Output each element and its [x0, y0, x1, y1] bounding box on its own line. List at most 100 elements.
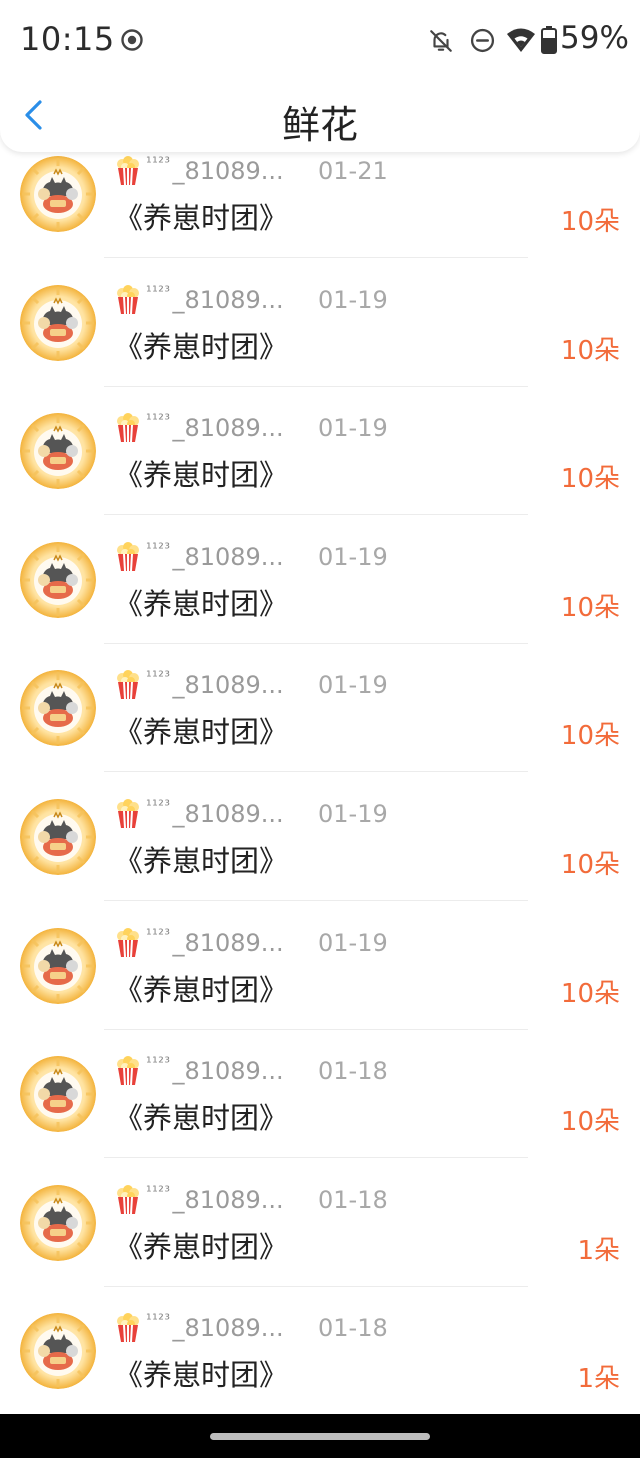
popcorn-icon — [117, 1313, 139, 1343]
flower-count: 10朵 — [560, 207, 620, 237]
list-item[interactable]: ¹¹²³ _81089... 01-19 《养崽时团》 10朵 — [0, 274, 640, 402]
avatar[interactable] — [20, 799, 96, 875]
avatar[interactable] — [20, 1185, 96, 1261]
status-time: 10:15 — [20, 20, 115, 58]
popcorn-icon — [117, 285, 139, 315]
user-name[interactable]: _81089... — [172, 414, 283, 442]
list-item[interactable]: ¹¹²³ _81089... 01-18 《养崽时团》 10朵 — [0, 1045, 640, 1173]
book-title: 《养崽时团》 — [114, 844, 289, 878]
row-divider — [104, 514, 528, 515]
user-line: ¹¹²³ _81089... — [114, 927, 284, 959]
avatar[interactable] — [20, 413, 96, 489]
book-title: 《养崽时团》 — [114, 1358, 289, 1392]
do-not-disturb-icon — [470, 28, 495, 53]
popcorn-icon — [117, 799, 139, 829]
book-title: 《养崽时团》 — [114, 1230, 289, 1264]
nav-bar: 鲜花 — [0, 82, 640, 152]
gift-date: 01-19 — [318, 800, 388, 828]
row-divider — [104, 1157, 528, 1158]
user-name[interactable]: _81089... — [172, 671, 283, 699]
row-divider — [104, 386, 528, 387]
flower-count: 10朵 — [560, 1107, 620, 1137]
bell-off-icon — [430, 30, 452, 52]
gift-date: 01-19 — [318, 414, 388, 442]
user-superscript: ¹¹²³ — [146, 284, 171, 300]
battery-icon — [541, 26, 557, 54]
user-line: ¹¹²³ _81089... — [114, 541, 284, 573]
home-indicator[interactable] — [210, 1433, 430, 1440]
user-line: ¹¹²³ _81089... — [114, 284, 284, 316]
user-line: ¹¹²³ _81089... — [114, 798, 284, 830]
gift-date: 01-19 — [318, 543, 388, 571]
book-title: 《养崽时团》 — [114, 1101, 289, 1135]
avatar[interactable] — [20, 285, 96, 361]
user-line: ¹¹²³ _81089... — [114, 155, 284, 187]
user-superscript: ¹¹²³ — [146, 927, 171, 943]
flower-count: 10朵 — [560, 336, 620, 366]
popcorn-icon — [117, 1185, 139, 1215]
user-superscript: ¹¹²³ — [146, 1312, 171, 1328]
user-line: ¹¹²³ _81089... — [114, 669, 284, 701]
user-name[interactable]: _81089... — [172, 1186, 283, 1214]
gift-date: 01-18 — [318, 1314, 388, 1342]
user-name[interactable]: _81089... — [172, 286, 283, 314]
user-superscript: ¹¹²³ — [146, 669, 171, 685]
flower-count: 10朵 — [560, 593, 620, 623]
gift-date: 01-19 — [318, 286, 388, 314]
popcorn-icon — [117, 542, 139, 572]
header-card: 10:15 59% 鲜花 — [0, 0, 640, 152]
flower-count: 1朵 — [577, 1364, 620, 1394]
row-divider — [104, 1029, 528, 1030]
avatar[interactable] — [20, 928, 96, 1004]
battery-percent: 59% — [560, 20, 629, 56]
gift-date: 01-18 — [318, 1186, 388, 1214]
popcorn-icon — [117, 670, 139, 700]
list-item[interactable]: ¹¹²³ _81089... 01-19 《养崽时团》 10朵 — [0, 917, 640, 1045]
avatar[interactable] — [20, 670, 96, 746]
book-title: 《养崽时团》 — [114, 587, 289, 621]
user-superscript: ¹¹²³ — [146, 1184, 171, 1200]
user-name[interactable]: _81089... — [172, 1057, 283, 1085]
row-divider — [104, 900, 528, 901]
avatar[interactable] — [20, 1313, 96, 1389]
list-item[interactable]: ¹¹²³ _81089... 01-19 《养崽时团》 10朵 — [0, 788, 640, 916]
avatar[interactable] — [20, 1056, 96, 1132]
list-item[interactable]: ¹¹²³ _81089... 01-19 《养崽时团》 10朵 — [0, 531, 640, 659]
user-superscript: ¹¹²³ — [146, 1055, 171, 1071]
user-name[interactable]: _81089... — [172, 543, 283, 571]
list-item[interactable]: ¹¹²³ _81089... 01-18 《养崽时团》 1朵 — [0, 1302, 640, 1430]
popcorn-icon — [117, 156, 139, 186]
flower-count: 10朵 — [560, 850, 620, 880]
user-name[interactable]: _81089... — [172, 929, 283, 957]
popcorn-icon — [117, 928, 139, 958]
row-divider — [104, 771, 528, 772]
list-item[interactable]: ¹¹²³ _81089... 01-18 《养崽时团》 1朵 — [0, 1174, 640, 1302]
user-name[interactable]: _81089... — [172, 800, 283, 828]
book-title: 《养崽时团》 — [114, 715, 289, 749]
row-divider — [104, 1286, 528, 1287]
list-item[interactable]: ¹¹²³ _81089... 01-19 《养崽时团》 10朵 — [0, 659, 640, 787]
flower-count: 10朵 — [560, 721, 620, 751]
book-title: 《养崽时团》 — [114, 458, 289, 492]
list-item[interactable]: ¹¹²³ _81089... 01-21 《养崽时团》 10朵 — [0, 145, 640, 273]
book-title: 《养崽时团》 — [114, 330, 289, 364]
user-superscript: ¹¹²³ — [146, 412, 171, 428]
user-name[interactable]: _81089... — [172, 157, 283, 185]
popcorn-icon — [117, 1056, 139, 1086]
avatar[interactable] — [20, 542, 96, 618]
list-item[interactable]: ¹¹²³ _81089... 01-19 《养崽时团》 10朵 — [0, 402, 640, 530]
page-title: 鲜花 — [281, 103, 358, 147]
screen-record-icon — [121, 29, 143, 51]
row-divider — [104, 257, 528, 258]
flower-count: 10朵 — [560, 464, 620, 494]
user-name[interactable]: _81089... — [172, 1314, 283, 1342]
gift-date: 01-19 — [318, 929, 388, 957]
user-superscript: ¹¹²³ — [146, 798, 171, 814]
user-superscript: ¹¹²³ — [146, 155, 171, 171]
avatar[interactable] — [20, 156, 96, 232]
user-line: ¹¹²³ _81089... — [114, 1312, 284, 1344]
system-nav-bar — [0, 1414, 640, 1458]
popcorn-icon — [117, 413, 139, 443]
book-title: 《养崽时团》 — [114, 201, 289, 235]
gift-date: 01-19 — [318, 671, 388, 699]
